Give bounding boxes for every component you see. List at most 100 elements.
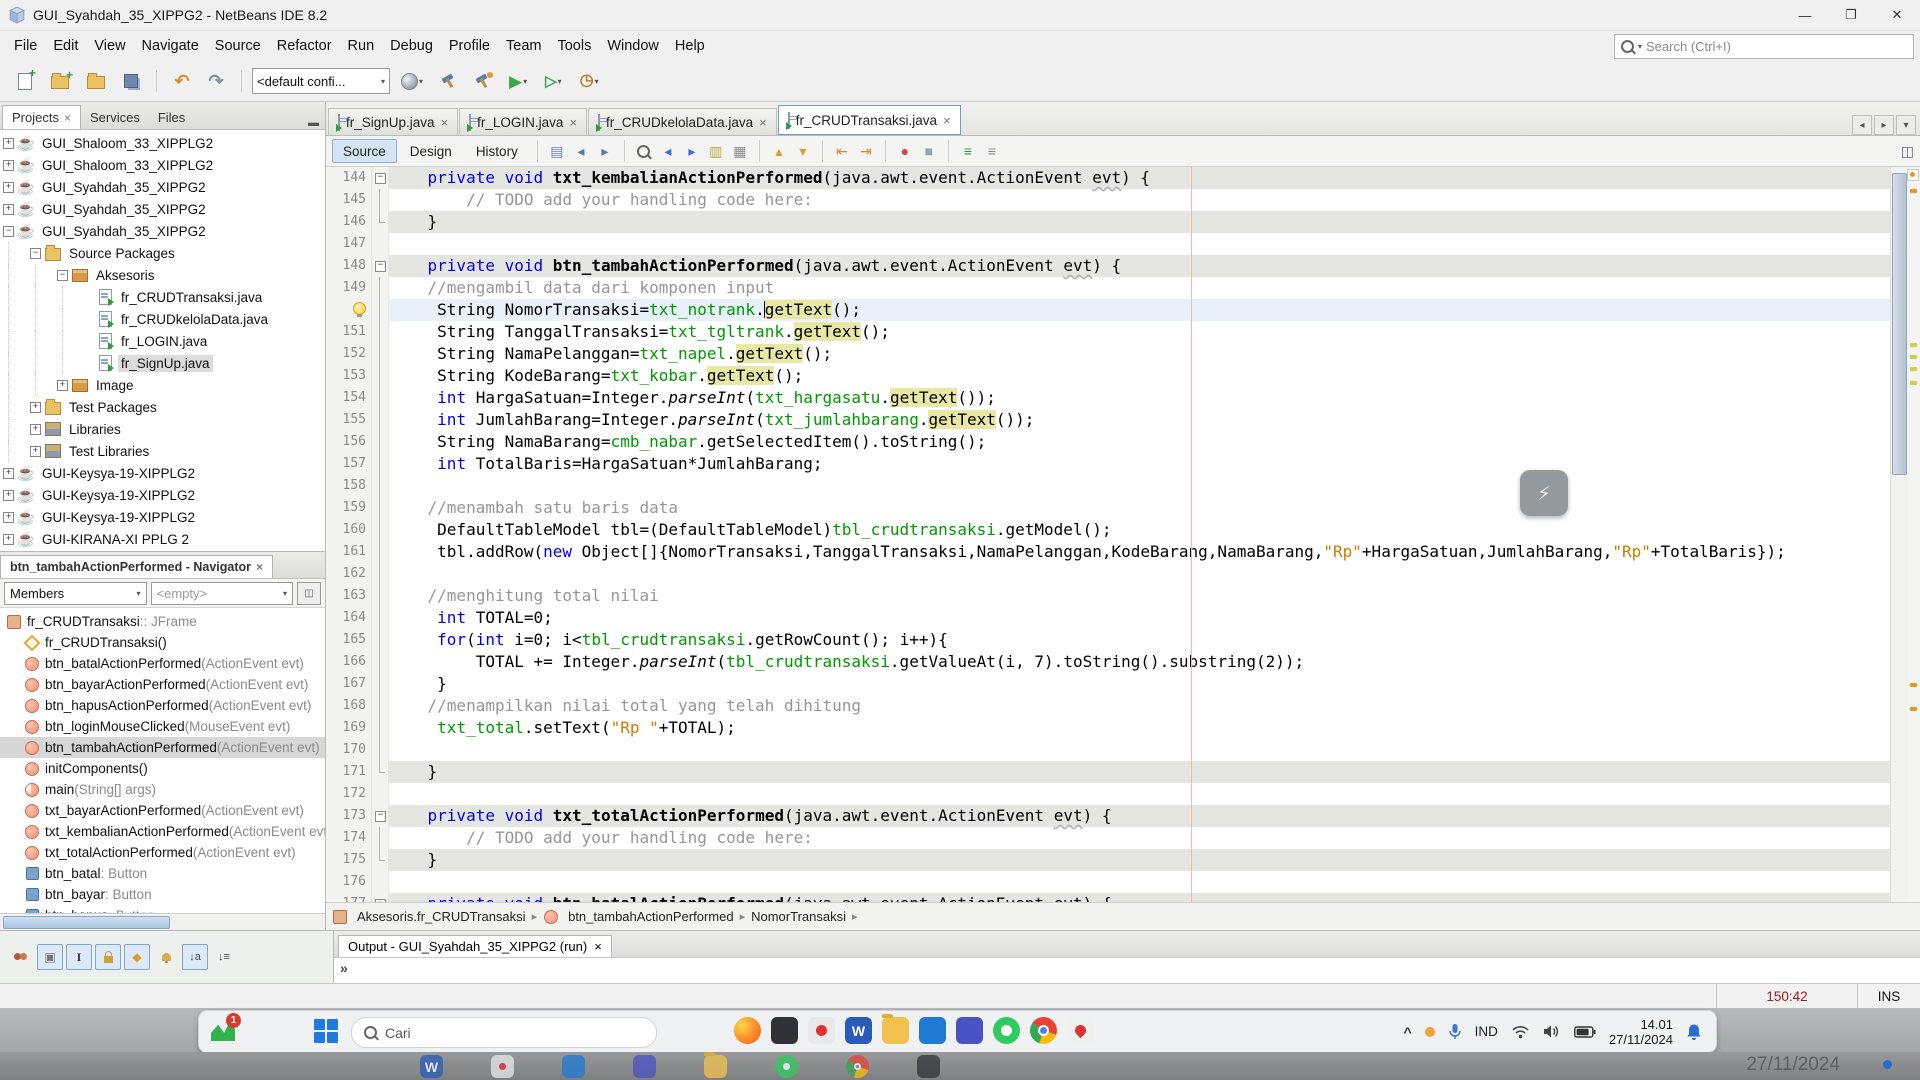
tab-files[interactable]: Files [149, 106, 194, 129]
tree-item-image[interactable]: +Image [0, 374, 325, 396]
taskbar-clock[interactable]: 14.01 27/11/2024 [1609, 1017, 1673, 1047]
scrollbar-thumb[interactable] [3, 916, 170, 929]
taskbar-app-firefox-icon[interactable] [734, 1017, 761, 1044]
comment-button[interactable]: ≡ [957, 139, 979, 163]
editor-tab-fr-signup-java[interactable]: fr_SignUp.java× [328, 108, 458, 135]
navigator-item-btn-tambahactionperformed[interactable]: btn_tambahActionPerformed(ActionEvent ev… [0, 737, 325, 758]
navigator-item-fr-crudtransaksi[interactable]: fr_CRUDTransaksi() [0, 632, 325, 653]
navigator-item-btn-hapusactionperformed[interactable]: btn_hapusActionPerformed(ActionEvent evt… [0, 695, 325, 716]
tree-item-gui-shaloom-33-xipplg2[interactable]: +☕GUI_Shaloom_33_XIPPLG2 [0, 132, 325, 154]
fold-collapse-icon[interactable]: − [375, 261, 386, 272]
expand-icon[interactable]: + [3, 182, 14, 193]
uncomment-button[interactable]: ≡ [981, 139, 1003, 163]
expand-icon[interactable]: + [3, 534, 14, 545]
taskbar-app-chrome-icon[interactable] [1030, 1017, 1057, 1044]
navigator-mode-select[interactable]: Members▾ [4, 582, 147, 605]
view-history-button[interactable]: History [465, 139, 529, 163]
menu-refactor[interactable]: Refactor [269, 34, 340, 58]
clean-build-button[interactable] [468, 66, 498, 96]
tree-item-aksesoris[interactable]: −Aksesoris [0, 264, 325, 286]
navigator-item-txt-kembalianactionperformed[interactable]: txt_kembalianActionPerformed(ActionEvent… [0, 821, 325, 842]
profile-button[interactable]: ◷▾ [573, 66, 606, 96]
build-button[interactable] [434, 66, 464, 96]
tree-item-test-libraries[interactable]: +Test Libraries [0, 440, 325, 462]
save-all-button[interactable] [116, 66, 146, 96]
expand-icon[interactable]: + [30, 402, 41, 413]
close-icon[interactable]: × [759, 115, 767, 130]
screen-overlay-button[interactable]: ⚡ [1520, 470, 1568, 516]
undo-button[interactable]: ↶ [167, 66, 197, 96]
tree-item-fr-crudkeloladata-java[interactable]: fr_CRUDkelolaData.java [0, 308, 325, 330]
tray-chevron-up-icon[interactable]: ^ [1403, 1024, 1411, 1040]
editor-tab-fr-crudkeloladata-java[interactable]: fr_CRUDkelolaData.java× [588, 108, 777, 135]
show-non-public-button[interactable] [95, 944, 121, 970]
breadcrumb-item[interactable]: btn_tambahActionPerformed [568, 909, 733, 924]
view-design-button[interactable]: Design [399, 139, 463, 163]
sort-position-button[interactable]: ↓≡ [211, 944, 237, 970]
tab-list-icon[interactable]: ▾ [1896, 115, 1916, 135]
filter-bell-button[interactable] [153, 944, 179, 970]
navigator-item-btn-bayar[interactable]: btn_bayar : Button [0, 884, 325, 905]
record-macro-button[interactable]: ● [894, 139, 916, 163]
menu-edit[interactable]: Edit [45, 34, 86, 58]
menu-source[interactable]: Source [207, 34, 269, 58]
back-button[interactable]: ◂ [570, 139, 592, 163]
scroll-left-icon[interactable]: ◂ [1852, 115, 1872, 135]
new-project-button[interactable] [44, 66, 76, 96]
tree-item-libraries[interactable]: +Libraries [0, 418, 325, 440]
navigator-item-btn-batalactionperformed[interactable]: btn_batalActionPerformed(ActionEvent evt… [0, 653, 325, 674]
navigator-item-btn-batal[interactable]: btn_batal : Button [0, 863, 325, 884]
prev-bookmark-button[interactable]: ▴ [768, 139, 790, 163]
tree-item-gui-syahdah-35-xippg2[interactable]: +☕GUI_Syahdah_35_XIPPG2 [0, 198, 325, 220]
fold-collapse-icon[interactable]: − [375, 173, 386, 184]
menu-view[interactable]: View [86, 34, 133, 58]
editor-tab-fr-crudtransaksi-java[interactable]: fr_CRUDTransaksi.java× [778, 105, 961, 135]
close-icon[interactable]: × [64, 111, 71, 125]
close-icon[interactable]: × [569, 115, 577, 130]
close-icon[interactable]: × [594, 939, 602, 954]
menu-tools[interactable]: Tools [549, 34, 599, 58]
tree-item-fr-signup-java[interactable]: fr_SignUp.java [0, 352, 325, 374]
taskbar-app-maps-icon[interactable] [1067, 1017, 1094, 1044]
navigator-item-fr-crudtransaksi[interactable]: fr_CRUDTransaksi :: JFrame [0, 611, 325, 632]
navigator-item-initcomponents[interactable]: initComponents() [0, 758, 325, 779]
microphone-icon[interactable] [1448, 1023, 1462, 1041]
last-edited-button[interactable]: ▤ [546, 139, 568, 163]
minimize-button[interactable]: — [1782, 0, 1828, 30]
find-prev-button[interactable]: ◂ [657, 139, 679, 163]
shift-left-button[interactable]: ⇤ [831, 139, 853, 163]
tree-item-gui-kirana-xi-pplg-2[interactable]: +☕GUI-KIRANA-XI PPLG 2 [0, 528, 325, 550]
menu-help[interactable]: Help [667, 34, 713, 58]
notification-app-icon[interactable]: 1 [211, 1017, 239, 1045]
tab-projects[interactable]: Projects× [2, 105, 81, 129]
battery-icon[interactable] [1574, 1026, 1596, 1038]
tree-item-gui-syahdah-35-xippg2[interactable]: +☕GUI_Syahdah_35_XIPPG2 [0, 176, 325, 198]
error-stripe[interactable] [1908, 167, 1920, 902]
expand-icon[interactable]: + [3, 512, 14, 523]
navigator-tab[interactable]: btn_tambahActionPerformed - Navigator× [0, 555, 273, 578]
tree-item-gui-shaloom-33-xipplg2[interactable]: +☕GUI_Shaloom_33_XIPPLG2 [0, 154, 325, 176]
expand-icon[interactable]: + [3, 160, 14, 171]
next-bookmark-button[interactable]: ▾ [792, 139, 814, 163]
navigator-item-txt-bayaractionperformed[interactable]: txt_bayarActionPerformed(ActionEvent evt… [0, 800, 325, 821]
tray-color-dot-icon[interactable] [1425, 1027, 1435, 1037]
show-boxes-button[interactable]: ▣ [37, 944, 63, 970]
tree-item-fr-crudtransaksi-java[interactable]: fr_CRUDTransaksi.java [0, 286, 325, 308]
navigator-horizontal-scrollbar[interactable] [0, 913, 325, 930]
debug-button[interactable]: ▷▾ [538, 66, 569, 96]
tree-item-gui-keysya-19-xipplg2[interactable]: +☕GUI-Keysya-19-XIPPLG2 [0, 506, 325, 528]
taskbar-app-folder-icon[interactable] [882, 1017, 909, 1044]
taskbar-app-blue-app-icon[interactable] [956, 1017, 983, 1044]
view-source-button[interactable]: Source [332, 139, 397, 163]
close-icon[interactable]: × [256, 560, 263, 574]
tree-item-gui-keysya-19-xipplg2[interactable]: +☕GUI-Keysya-19-XIPPLG2 [0, 462, 325, 484]
tab-services[interactable]: Services [81, 106, 149, 129]
navigator-item-btn-bayaractionperformed[interactable]: btn_bayarActionPerformed(ActionEvent evt… [0, 674, 325, 695]
breadcrumb-item[interactable]: Aksesoris.fr_CRUDTransaksi [357, 909, 526, 924]
menu-file[interactable]: File [6, 34, 45, 58]
find-next-button[interactable]: ▸ [681, 139, 703, 163]
error-summary-icon[interactable] [1907, 169, 1919, 181]
start-button[interactable] [314, 1019, 340, 1045]
navigator-filter-select[interactable]: <empty>▾ [151, 582, 294, 605]
volume-icon[interactable] [1543, 1024, 1561, 1039]
